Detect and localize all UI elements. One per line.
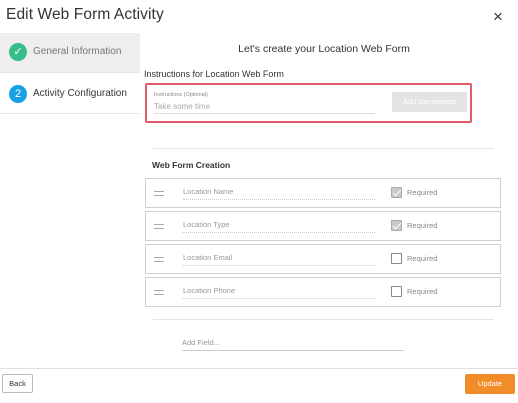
drag-handle-icon[interactable] xyxy=(154,191,164,196)
dialog-title: Edit Web Form Activity xyxy=(6,6,164,23)
wizard-steps-sidebar: ✓ General Information 2 Activity Configu… xyxy=(0,33,140,368)
form-field-row[interactable]: Location Email Required xyxy=(145,244,501,274)
check-icon: ✓ xyxy=(9,43,27,61)
update-button[interactable]: Update xyxy=(465,374,515,394)
required-checkbox[interactable] xyxy=(391,286,402,297)
field-name[interactable]: Location Type xyxy=(183,219,375,233)
step-general-information[interactable]: ✓ General Information xyxy=(0,33,140,73)
field-name[interactable]: Location Name xyxy=(183,186,375,200)
required-label: Required xyxy=(407,254,438,263)
form-field-row[interactable]: Location Name Required xyxy=(145,178,501,208)
drag-handle-icon[interactable] xyxy=(154,224,164,229)
form-field-row[interactable]: Location Phone Required xyxy=(145,277,501,307)
add-documents-button[interactable]: Add Documents xyxy=(392,92,467,112)
dialog-footer: Back Update xyxy=(0,368,518,403)
step-label: Activity Configuration xyxy=(33,88,127,99)
required-checkbox[interactable] xyxy=(391,220,402,231)
field-name[interactable]: Location Email xyxy=(183,252,375,266)
drag-handle-icon[interactable] xyxy=(154,257,164,262)
instructions-section-label: Instructions for Location Web Form xyxy=(144,69,284,79)
divider xyxy=(153,319,494,320)
instructions-field-label: Instructions (Optional) xyxy=(154,92,208,98)
form-field-row[interactable]: Location Type Required xyxy=(145,211,501,241)
close-icon[interactable]: × xyxy=(489,8,507,26)
step-label: General Information xyxy=(33,46,122,57)
step-number-badge: 2 xyxy=(9,85,27,103)
page-heading: Let's create your Location Web Form xyxy=(238,43,410,55)
instructions-box: Instructions (Optional) Add Documents xyxy=(145,83,472,123)
main-content: Let's create your Location Web Form Inst… xyxy=(140,33,518,368)
field-name[interactable]: Location Phone xyxy=(183,285,375,299)
drag-handle-icon[interactable] xyxy=(154,290,164,295)
required-label: Required xyxy=(407,188,438,197)
web-form-creation-heading: Web Form Creation xyxy=(152,160,231,170)
step-activity-configuration[interactable]: 2 Activity Configuration xyxy=(0,74,140,114)
required-checkbox[interactable] xyxy=(391,253,402,264)
required-label: Required xyxy=(407,221,438,230)
required-label: Required xyxy=(407,287,438,296)
instructions-input[interactable] xyxy=(154,100,375,114)
back-button[interactable]: Back xyxy=(2,374,33,393)
add-field-input[interactable]: Add Field... xyxy=(182,338,404,351)
dialog-header: Edit Web Form Activity × xyxy=(0,0,518,33)
divider xyxy=(153,148,494,149)
required-checkbox[interactable] xyxy=(391,187,402,198)
edit-web-form-dialog: Edit Web Form Activity × ✓ General Infor… xyxy=(0,0,518,403)
